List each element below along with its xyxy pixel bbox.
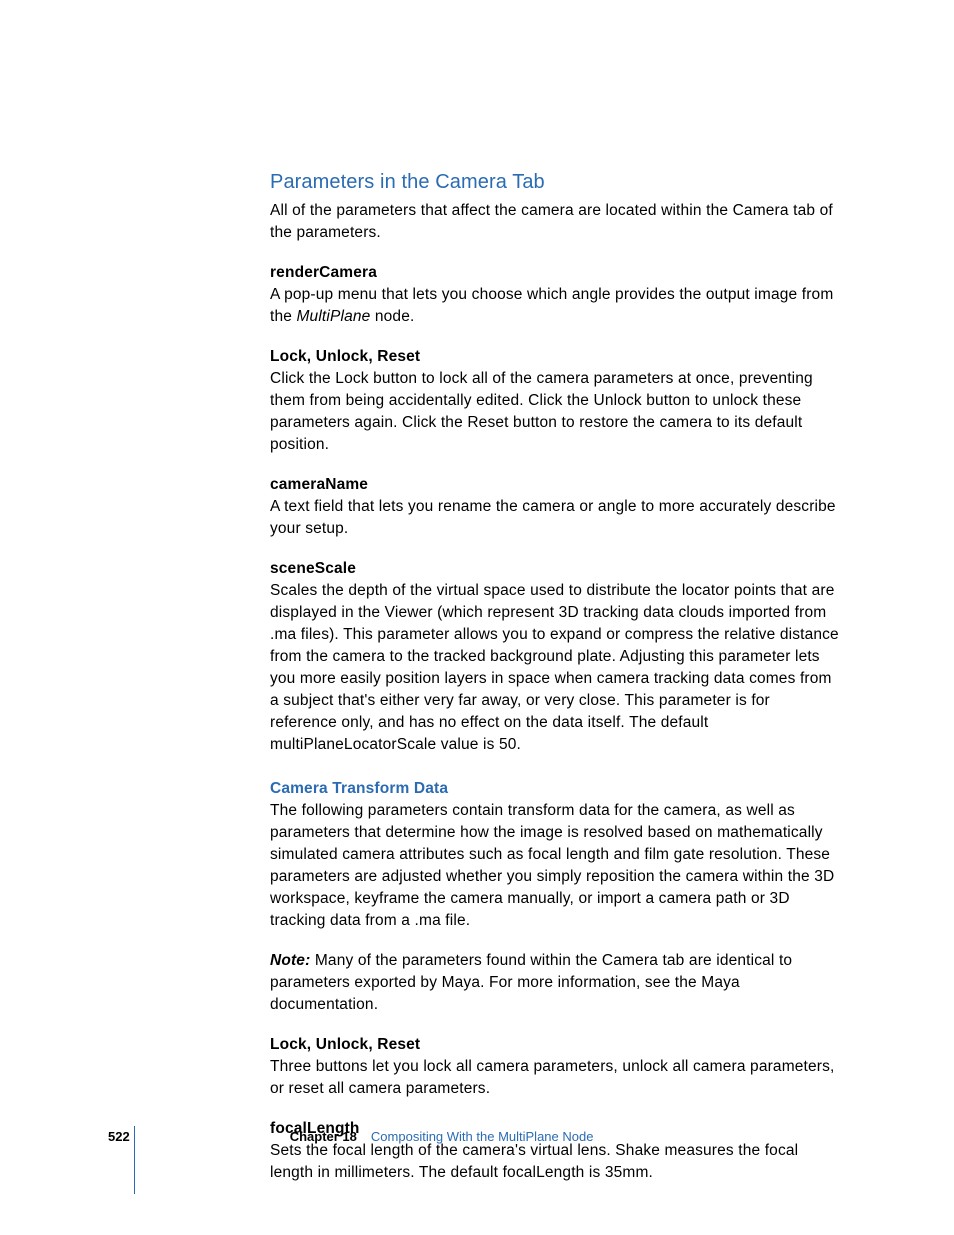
note-text: Many of the parameters found within the …	[270, 952, 792, 1013]
subsection-desc: The following parameters contain transfo…	[270, 800, 840, 932]
param-desc-lockunlockreset-2: Three buttons let you lock all camera pa…	[270, 1056, 840, 1100]
chapter-label: Chapter 18	[290, 1129, 357, 1144]
document-page: Parameters in the Camera Tab All of the …	[0, 0, 954, 1235]
param-desc-scenescale: Scales the depth of the virtual space us…	[270, 580, 840, 756]
param-desc-rendercamera: A pop-up menu that lets you choose which…	[270, 284, 840, 328]
note-label: Note:	[270, 952, 310, 969]
intro-paragraph: All of the parameters that affect the ca…	[270, 200, 840, 244]
page-number: 522	[108, 1129, 130, 1144]
footer-rule	[134, 1126, 135, 1194]
text-italic: MultiPlane	[296, 308, 370, 325]
body-content: Parameters in the Camera Tab All of the …	[270, 168, 840, 1184]
param-name-lockunlockreset: Lock, Unlock, Reset	[270, 346, 840, 368]
param-name-rendercamera: renderCamera	[270, 262, 840, 284]
param-name-cameraname: cameraName	[270, 474, 840, 496]
page-footer: 522 Chapter 18 Compositing With the Mult…	[108, 1129, 840, 1144]
param-name-lockunlockreset-2: Lock, Unlock, Reset	[270, 1034, 840, 1056]
param-name-scenescale: sceneScale	[270, 558, 840, 580]
chapter-title: Compositing With the MultiPlane Node	[371, 1129, 594, 1144]
param-desc-focallength: Sets the focal length of the camera's vi…	[270, 1140, 840, 1184]
subsection-heading: Camera Transform Data	[270, 778, 840, 800]
note-paragraph: Note: Many of the parameters found withi…	[270, 950, 840, 1016]
param-desc-lockunlockreset: Click the Lock button to lock all of the…	[270, 368, 840, 456]
section-heading: Parameters in the Camera Tab	[270, 168, 840, 196]
text-segment: node.	[370, 308, 414, 325]
param-desc-cameraname: A text field that lets you rename the ca…	[270, 496, 840, 540]
